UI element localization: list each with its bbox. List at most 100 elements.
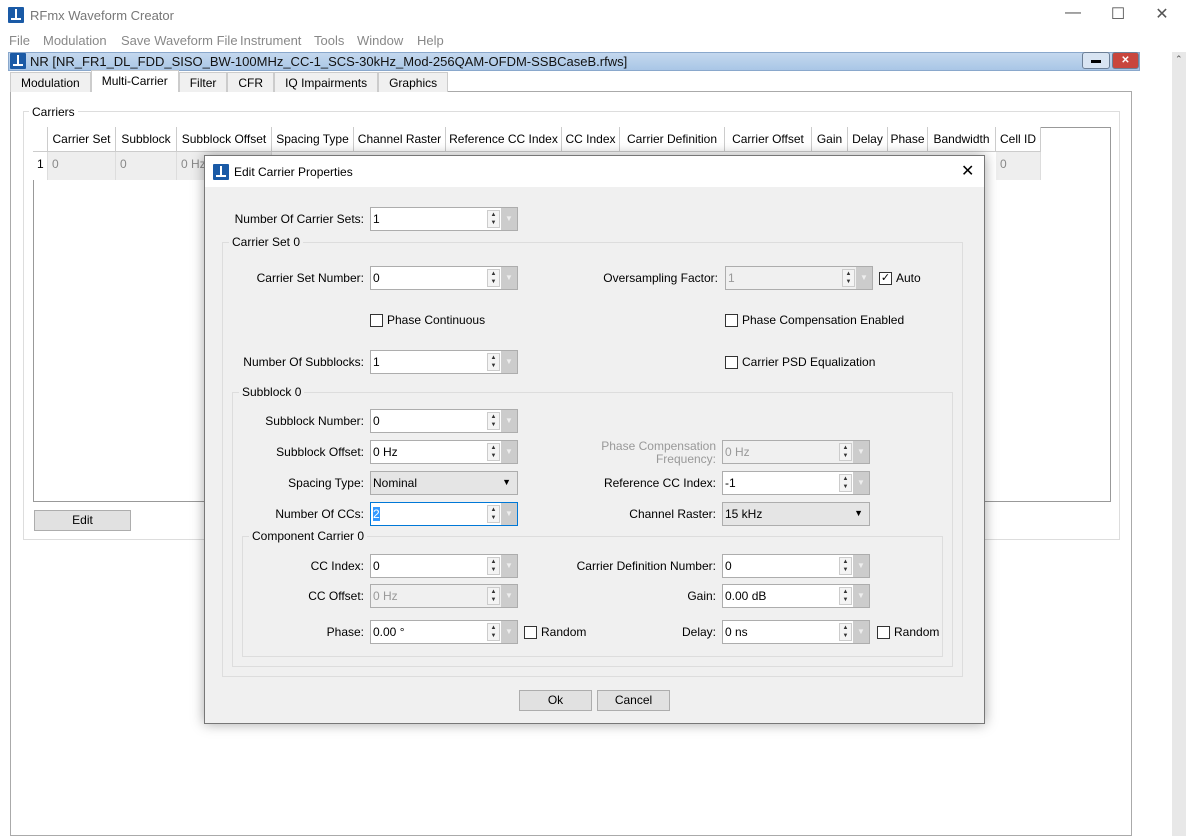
- subblock-number-spinbox[interactable]: 0 ▲ ▼ ▼: [370, 409, 518, 433]
- carrier-definition-number-spinbox[interactable]: 0 ▲ ▼ ▼: [722, 554, 870, 578]
- ok-button[interactable]: Ok: [519, 690, 592, 711]
- scroll-up-icon[interactable]: ⌃: [1175, 54, 1183, 65]
- chevron-down-icon[interactable]: ▼: [502, 477, 511, 487]
- column-header[interactable]: Subblock: [116, 127, 177, 152]
- checkbox-unchecked-icon[interactable]: [725, 355, 738, 369]
- carrier-set-number-value[interactable]: 0: [373, 271, 380, 285]
- vertical-scrollbar[interactable]: ⌃: [1172, 52, 1186, 836]
- number-of-ccs-value[interactable]: 2: [373, 507, 380, 521]
- reference-cc-index-value[interactable]: -1: [725, 476, 736, 490]
- column-header[interactable]: Carrier Offset: [725, 127, 812, 152]
- dropdown-arrow-icon[interactable]: ▼: [853, 472, 869, 494]
- dropdown-arrow-icon[interactable]: ▼: [853, 585, 869, 607]
- delay-spinbox[interactable]: 0 ns ▲ ▼ ▼: [722, 620, 870, 644]
- number-of-carrier-sets-value[interactable]: 1: [373, 212, 380, 226]
- checkmark-icon[interactable]: ✓: [879, 271, 892, 285]
- cc-index-spinbox[interactable]: 0 ▲ ▼ ▼: [370, 554, 518, 578]
- gain-value[interactable]: 0.00 dB: [725, 589, 766, 603]
- column-header[interactable]: Bandwidth: [928, 127, 996, 152]
- dropdown-arrow-icon[interactable]: ▼: [501, 621, 517, 643]
- minimize-icon[interactable]: —: [1058, 4, 1088, 22]
- tab-cfr[interactable]: CFR: [227, 72, 275, 92]
- cc-index-value[interactable]: 0: [373, 559, 380, 573]
- phase-value[interactable]: 0.00 °: [373, 625, 405, 639]
- menu-help[interactable]: Help: [417, 33, 444, 48]
- reference-cc-index-spinbox[interactable]: -1 ▲ ▼ ▼: [722, 471, 870, 495]
- dropdown-arrow-icon[interactable]: ▼: [501, 351, 517, 373]
- phase-random-checkbox[interactable]: Random: [524, 625, 586, 639]
- spin-arrows-icon[interactable]: ▲ ▼: [487, 623, 500, 641]
- column-header[interactable]: Subblock Offset: [177, 127, 272, 152]
- subblock-offset-value[interactable]: 0 Hz: [373, 445, 398, 459]
- carrier-set-number-spinbox[interactable]: 0 ▲ ▼ ▼: [370, 266, 518, 290]
- number-of-carrier-sets-spinbox[interactable]: 1 ▲ ▼ ▼: [370, 207, 518, 231]
- carrier-definition-number-value[interactable]: 0: [725, 559, 732, 573]
- subblock-number-value[interactable]: 0: [373, 414, 380, 428]
- menu-save-waveform-file[interactable]: Save Waveform File: [121, 33, 238, 48]
- spin-arrows-icon[interactable]: ▲ ▼: [487, 505, 500, 523]
- spin-arrows-icon[interactable]: ▲ ▼: [839, 587, 852, 605]
- spin-arrows-icon[interactable]: ▲ ▼: [839, 623, 852, 641]
- menu-file[interactable]: File: [9, 33, 30, 48]
- subblock-offset-spinbox[interactable]: 0 Hz ▲ ▼ ▼: [370, 440, 518, 464]
- document-minimize-icon[interactable]: ▬: [1082, 52, 1110, 69]
- spin-arrows-icon[interactable]: ▲ ▼: [839, 474, 852, 492]
- checkbox-unchecked-icon[interactable]: [524, 625, 537, 639]
- tab-modulation[interactable]: Modulation: [10, 72, 91, 92]
- row-index[interactable]: 1: [33, 152, 48, 180]
- spin-arrows-icon[interactable]: ▲ ▼: [487, 353, 500, 371]
- dropdown-arrow-icon[interactable]: ▼: [501, 503, 517, 525]
- column-header[interactable]: Channel Raster: [354, 127, 446, 152]
- spin-arrows-icon[interactable]: ▲ ▼: [487, 210, 500, 228]
- checkbox-unchecked-icon[interactable]: [877, 625, 890, 639]
- delay-random-checkbox[interactable]: Random: [877, 625, 939, 639]
- dialog-close-icon[interactable]: ✕: [961, 161, 974, 181]
- spin-arrows-icon[interactable]: ▲ ▼: [839, 557, 852, 575]
- auto-checkbox[interactable]: ✓ Auto: [879, 271, 921, 285]
- number-of-ccs-spinbox[interactable]: 2 ▲ ▼ ▼: [370, 502, 518, 526]
- column-header[interactable]: CC Index: [562, 127, 620, 152]
- column-header[interactable]: Spacing Type: [272, 127, 354, 152]
- dropdown-arrow-icon[interactable]: ▼: [501, 441, 517, 463]
- edit-button[interactable]: Edit: [34, 510, 131, 531]
- column-header[interactable]: Phase: [888, 127, 928, 152]
- checkbox-unchecked-icon[interactable]: [725, 313, 738, 327]
- dropdown-arrow-icon[interactable]: ▼: [853, 621, 869, 643]
- cancel-button[interactable]: Cancel: [597, 690, 670, 711]
- spin-arrows-icon[interactable]: ▲ ▼: [487, 269, 500, 287]
- table-cell[interactable]: 0: [996, 152, 1041, 180]
- number-of-subblocks-value[interactable]: 1: [373, 355, 380, 369]
- phase-spinbox[interactable]: 0.00 ° ▲ ▼ ▼: [370, 620, 518, 644]
- table-cell[interactable]: 0: [116, 152, 177, 180]
- dropdown-arrow-icon[interactable]: ▼: [501, 208, 517, 230]
- chevron-down-icon[interactable]: ▼: [854, 508, 863, 518]
- spacing-type-combobox[interactable]: Nominal ▼: [370, 471, 518, 495]
- table-cell[interactable]: 0: [48, 152, 116, 180]
- checkbox-unchecked-icon[interactable]: [370, 313, 383, 327]
- column-header[interactable]: Reference CC Index: [446, 127, 562, 152]
- tab-filter[interactable]: Filter: [178, 72, 228, 92]
- menu-tools[interactable]: Tools: [314, 33, 344, 48]
- menu-modulation[interactable]: Modulation: [43, 33, 107, 48]
- column-header[interactable]: Carrier Set: [48, 127, 116, 152]
- spin-arrows-icon[interactable]: ▲ ▼: [487, 557, 500, 575]
- dropdown-arrow-icon[interactable]: ▼: [501, 267, 517, 289]
- tab-graphics[interactable]: Graphics: [378, 72, 449, 92]
- number-of-subblocks-spinbox[interactable]: 1 ▲ ▼ ▼: [370, 350, 518, 374]
- dropdown-arrow-icon[interactable]: ▼: [501, 410, 517, 432]
- column-header[interactable]: Carrier Definition: [620, 127, 725, 152]
- menu-instrument[interactable]: Instrument: [240, 33, 301, 48]
- gain-spinbox[interactable]: 0.00 dB ▲ ▼ ▼: [722, 584, 870, 608]
- channel-raster-combobox[interactable]: 15 kHz ▼: [722, 502, 870, 526]
- column-header[interactable]: Gain: [812, 127, 848, 152]
- phase-compensation-enabled-checkbox[interactable]: Phase Compensation Enabled: [725, 313, 904, 327]
- tab-iq-impairments[interactable]: IQ Impairments: [274, 72, 379, 92]
- close-icon[interactable]: ✕: [1147, 4, 1177, 24]
- dropdown-arrow-icon[interactable]: ▼: [853, 555, 869, 577]
- phase-continuous-checkbox[interactable]: Phase Continuous: [370, 313, 485, 327]
- maximize-icon[interactable]: ☐: [1103, 4, 1133, 24]
- column-header[interactable]: Delay: [848, 127, 888, 152]
- delay-value[interactable]: 0 ns: [725, 625, 748, 639]
- tab-multi-carrier[interactable]: Multi-Carrier: [90, 70, 179, 92]
- document-close-icon[interactable]: ✕: [1112, 52, 1139, 69]
